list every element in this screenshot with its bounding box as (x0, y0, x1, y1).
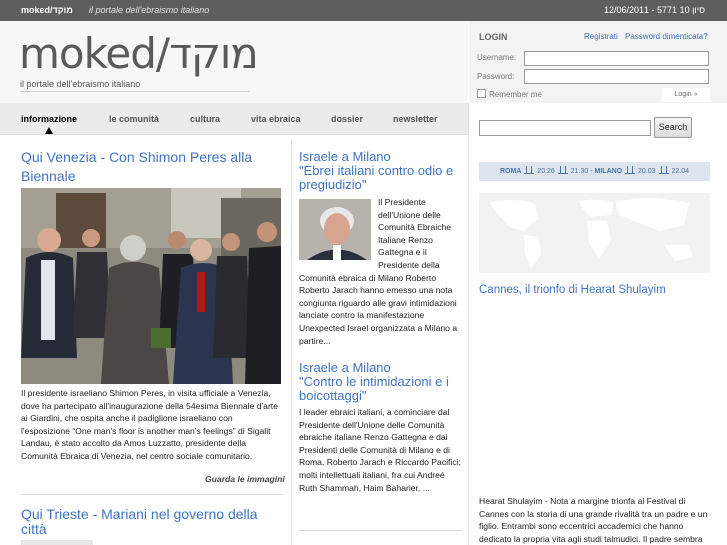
sidebar: LOGIN Registrati Password dimenticata? U… (469, 21, 727, 545)
login-button[interactable]: Login » (662, 88, 710, 102)
roma-havdalah-time: 21.30 (570, 168, 589, 175)
remember-checkbox[interactable] (477, 89, 486, 98)
forgot-password-link[interactable]: Password dimenticata? (625, 32, 708, 41)
middle-separator (299, 530, 462, 531)
nav-item-newsletter[interactable]: newsletter (393, 114, 438, 124)
times-separator: - (590, 168, 593, 175)
login-title: LOGIN (479, 32, 508, 42)
site-subtitle: il portale dell'ebraismo italiano (20, 79, 141, 89)
article2-body: I leader ebraici italiani, a cominciare … (299, 407, 461, 493)
city-milano: MILANO (594, 168, 623, 175)
topbar-date: 12/06/2011 - 5771 10 סיון (604, 5, 705, 15)
nav-item-dossier[interactable]: dossier (331, 114, 363, 124)
world-map[interactable] (479, 193, 710, 273)
site-header: moked/מוקד il portale dell'ebraismo ital… (0, 21, 468, 103)
world-map-graphic (479, 193, 710, 273)
candle-icon (625, 166, 636, 174)
main-nav: informazione le comunità cultura vita eb… (0, 103, 468, 135)
topbar-tagline: il portale dell'ebraismo italiano (89, 5, 210, 15)
register-link[interactable]: Registrati (584, 32, 618, 41)
nav-item-vita-ebraica[interactable]: vita ebraica (251, 114, 301, 124)
nav-item-informazione[interactable]: informazione (21, 114, 77, 124)
milano-havdalah-time: 22.04 (671, 168, 689, 175)
city-roma: ROMA (500, 168, 522, 175)
article1-title[interactable]: Israele a Milano "Ebrei italiani contro … (299, 150, 464, 192)
search-input[interactable] (479, 120, 651, 136)
nav-item-le-comunita[interactable]: le comunità (109, 114, 159, 124)
lead-article-title[interactable]: Qui Venezia - Con Shimon Peres alla Bien… (21, 148, 283, 186)
login-box: LOGIN Registrati Password dimenticata? U… (469, 21, 727, 103)
password-label: Password: (477, 72, 515, 81)
peres-biennale-photo (21, 188, 281, 384)
photo-spacer (299, 196, 378, 260)
active-nav-pointer-icon (45, 127, 53, 134)
article1-title-line2: "Ebrei italiani contro odio e pregiudizi… (299, 163, 454, 192)
remember-me[interactable]: Remember me (477, 89, 542, 99)
nav-item-cultura[interactable]: cultura (190, 114, 220, 124)
candle-icon (658, 166, 669, 174)
cannes-article-body: Hearat Shulayim - Nota a margine trionfa… (479, 496, 708, 544)
top-bar: moked/מוקד il portale dell'ebraismo ital… (0, 0, 727, 21)
remember-label: Remember me (489, 90, 542, 99)
article2-title-line2: "Contro le intimidazioni e i boicottaggi… (299, 374, 449, 403)
article1-title-line1: Israele a Milano (299, 149, 391, 164)
site-logo[interactable]: moked/מוקד (19, 33, 259, 75)
candle-icon (557, 166, 568, 174)
article2-title[interactable]: Israele a Milano "Contro le intimidazion… (299, 361, 464, 403)
view-images-link[interactable]: Guarda le immagini (205, 474, 285, 484)
article2-title-line1: Israele a Milano (299, 360, 391, 375)
lead-article-body: Il presidente israeliano Shimon Peres, i… (21, 388, 278, 461)
candle-icon (524, 166, 535, 174)
lead-article-photo[interactable] (21, 188, 281, 384)
shabbat-times-bar: ROMA 20.26 21.30 - MILANO 20.03 22.04 (479, 162, 710, 181)
milano-candle-time: 20.03 (638, 168, 656, 175)
cannes-article-title[interactable]: Cannes, il trionfo di Hearat Shulayim (479, 284, 666, 296)
second-article-photo[interactable] (21, 540, 93, 545)
article1-body: Il Presidente dell'Unione delle Comunità… (299, 196, 462, 347)
second-article-title[interactable]: Qui Trieste - Mariani nel governo della … (21, 507, 283, 537)
username-label: Username: (477, 53, 517, 62)
article-separator (21, 494, 283, 495)
topbar-logo[interactable]: moked/מוקד (21, 5, 73, 15)
roma-candle-time: 20.26 (537, 168, 555, 175)
username-input[interactable] (524, 51, 709, 66)
logo-divider (20, 91, 250, 92)
column-divider (291, 140, 292, 545)
search-button[interactable]: Search (654, 117, 692, 138)
password-input[interactable] (524, 69, 709, 84)
